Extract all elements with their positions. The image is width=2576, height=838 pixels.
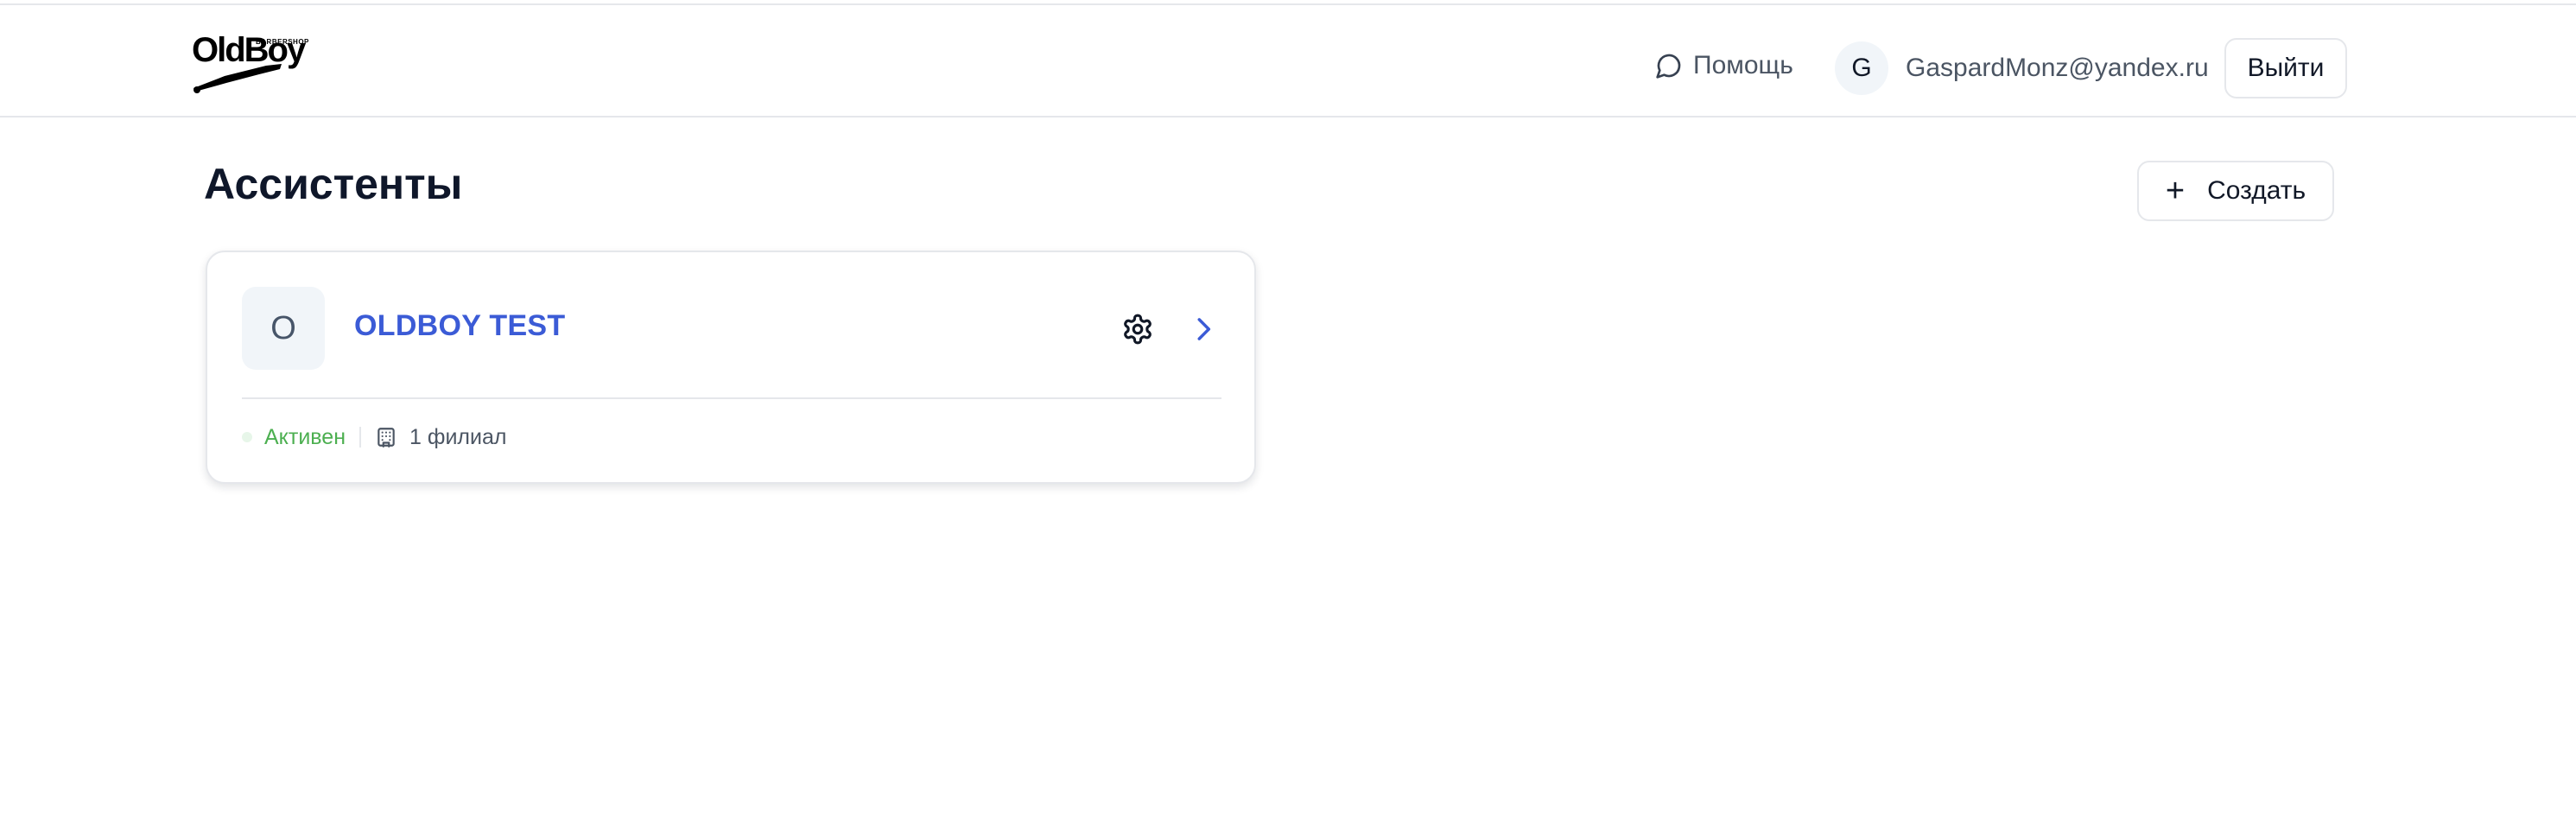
status-badge: Активен [264, 424, 346, 449]
razor-icon [194, 64, 282, 93]
gear-icon[interactable] [1121, 313, 1154, 346]
help-label: Помощь [1693, 51, 1793, 79]
create-label: Создать [2207, 176, 2306, 205]
header: OldBoy BARBERSHOP Помощь G GaspardMonz@y… [0, 7, 2576, 117]
help-link[interactable]: Помощь [1655, 48, 1793, 83]
top-edge [0, 0, 2576, 5]
chat-bubble-icon [1656, 54, 1681, 79]
logout-button[interactable]: Выйти [2224, 38, 2347, 98]
assistant-card[interactable]: O OLDBOY TEST Активен 1 филиал [206, 251, 1256, 484]
user-menu[interactable]: G GaspardMonz@yandex.ru [1835, 41, 2209, 95]
page-title: Ассистенты [204, 160, 463, 208]
plus-icon: + [2165, 173, 2186, 209]
chevron-right-icon[interactable] [1187, 313, 1220, 346]
footer-separator [359, 427, 362, 448]
building-icon [378, 428, 395, 448]
avatar: G [1835, 41, 1888, 95]
status-dot [242, 432, 252, 442]
assistant-avatar: O [242, 287, 325, 370]
card-divider [242, 397, 1221, 399]
create-assistant-button[interactable]: + Создать [2137, 161, 2334, 221]
card-footer: Активен 1 филиал [242, 420, 506, 454]
logo-subtext: BARBERSHOP [256, 38, 309, 46]
user-email: GaspardMonz@yandex.ru [1906, 54, 2209, 82]
assistant-name-link[interactable]: OLDBOY TEST [354, 309, 565, 343]
branch-count: 1 филиал [409, 424, 507, 449]
brand-logo[interactable]: OldBoy BARBERSHOP [190, 33, 308, 95]
